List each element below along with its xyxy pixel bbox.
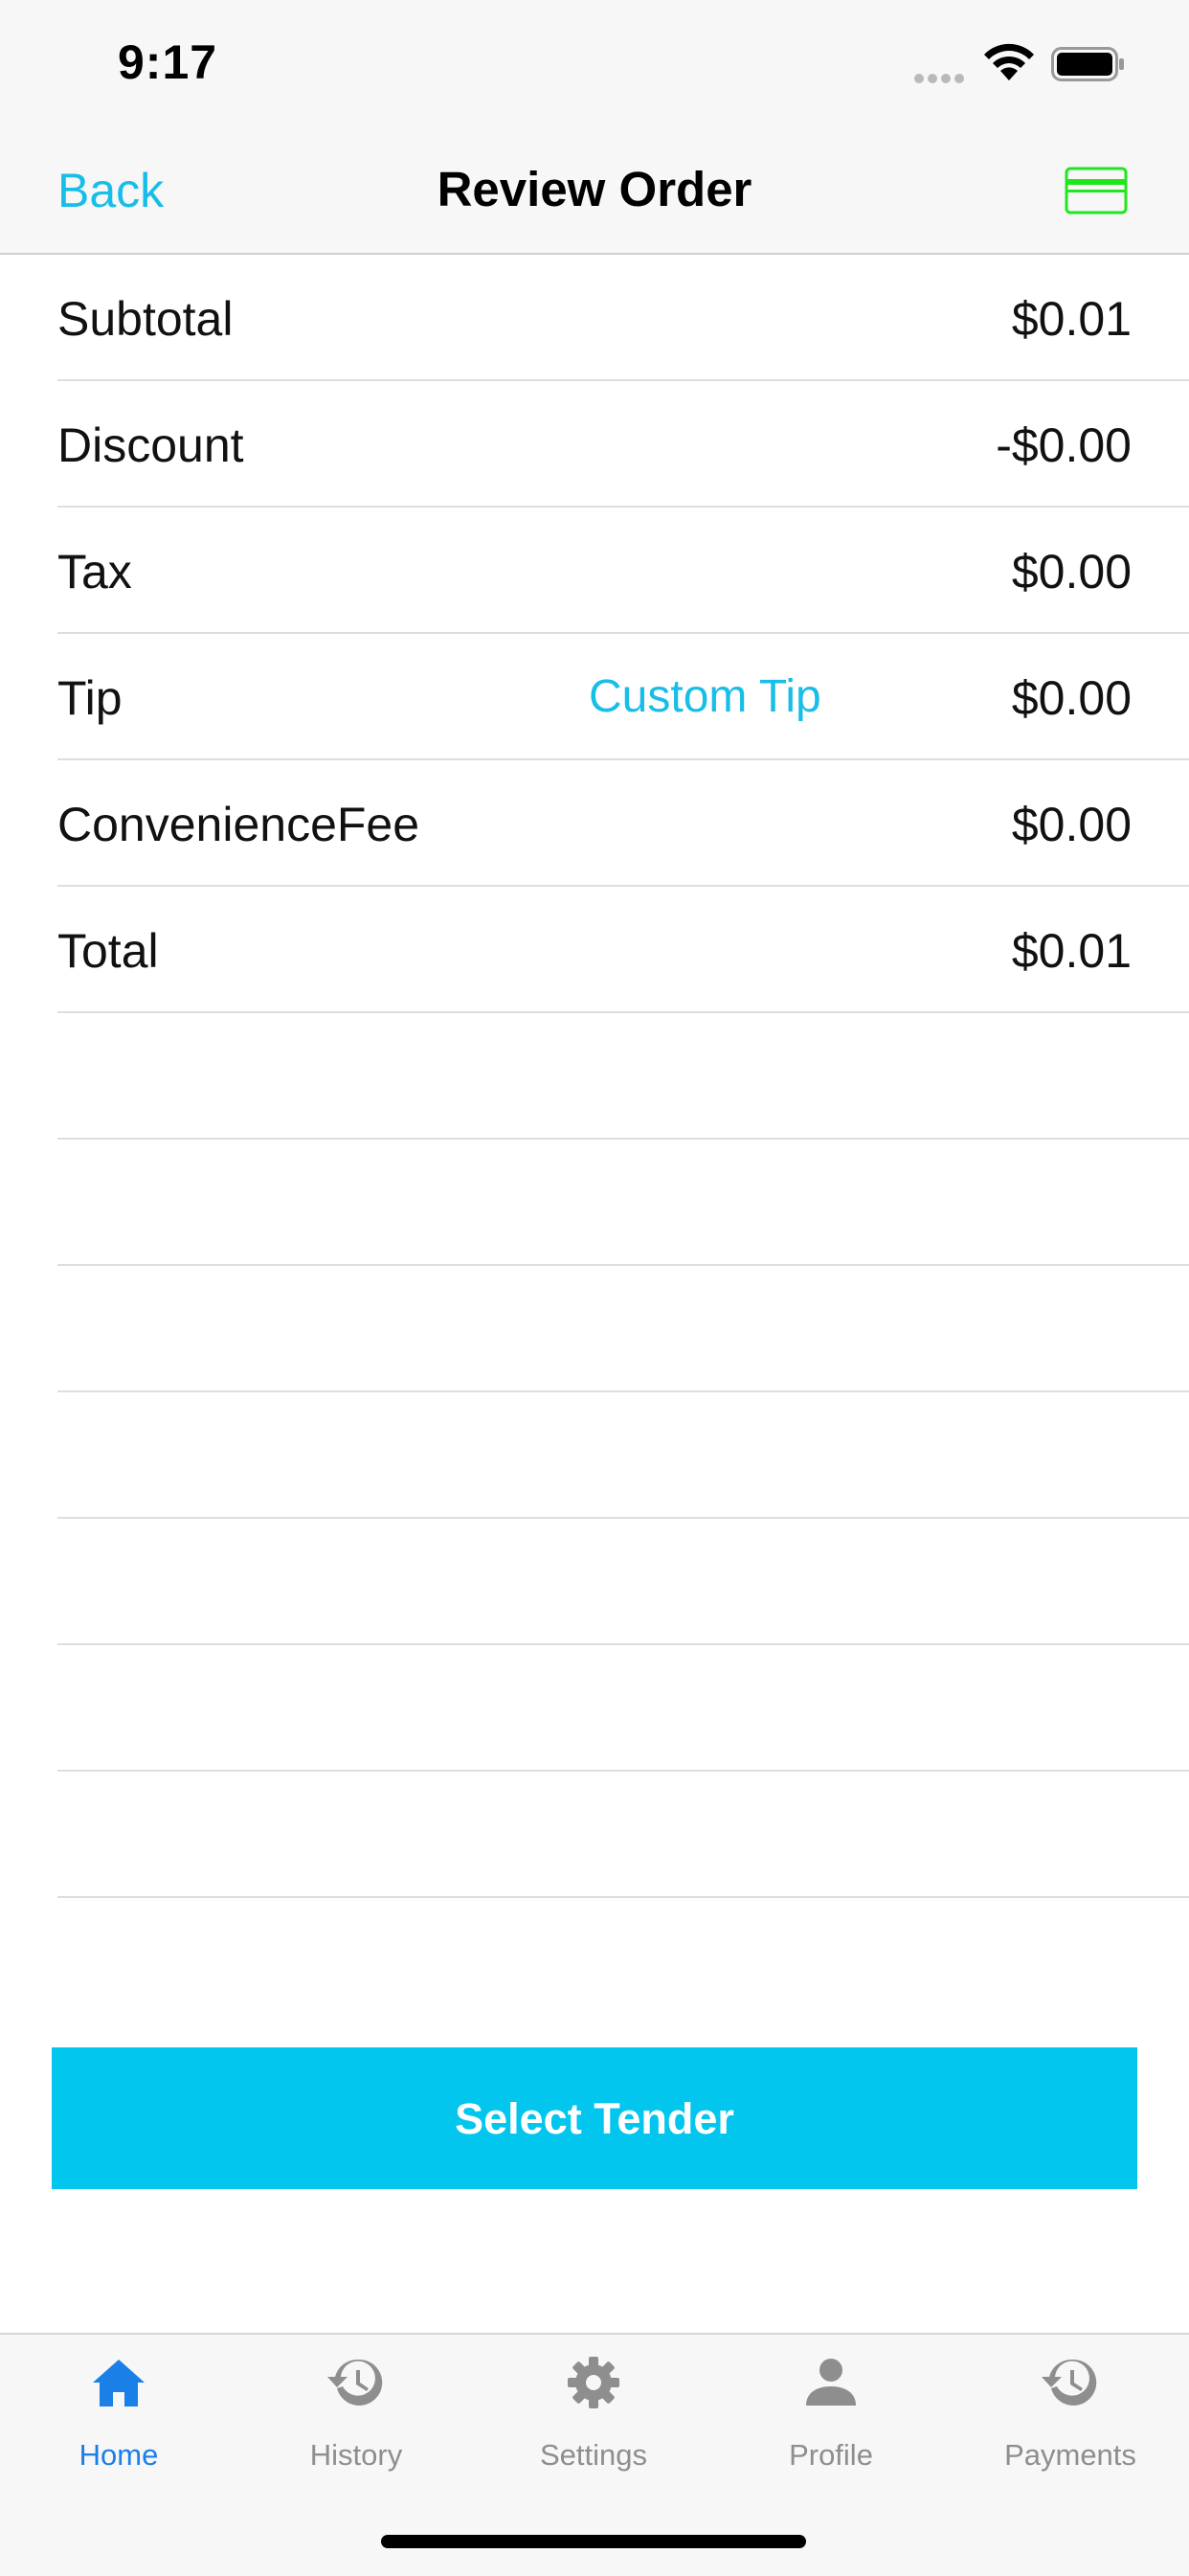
list-item-convenience-fee: ConvenienceFee $0.00: [57, 760, 1189, 887]
tab-profile[interactable]: Profile: [712, 2335, 950, 2507]
row-label: Subtotal: [57, 292, 234, 346]
row-value: $0.01: [1011, 292, 1132, 346]
list-item-tip: Tip Custom Tip $0.00: [57, 634, 1189, 760]
status-bar: 9:17: [0, 0, 1189, 126]
navigation-bar: Back Review Order: [0, 126, 1189, 255]
tab-settings[interactable]: Settings: [475, 2335, 712, 2507]
person-icon: [806, 2359, 856, 2406]
tab-payments[interactable]: Payments: [952, 2335, 1189, 2507]
home-icon: [93, 2360, 145, 2407]
row-value: $0.00: [1011, 798, 1132, 851]
order-summary-list: Subtotal $0.01 Discount -$0.00 Tax $0.00…: [0, 255, 1189, 1898]
empty-row: [57, 1013, 1189, 1140]
cellular-signal-icon: [914, 71, 968, 83]
custom-tip-button[interactable]: Custom Tip: [589, 670, 821, 723]
wifi-icon: [984, 43, 1034, 80]
status-time: 9:17: [118, 35, 218, 89]
row-label: Tip: [57, 671, 123, 725]
credit-card-icon[interactable]: [1065, 167, 1128, 215]
row-value: $0.00: [1011, 671, 1132, 725]
row-label: ConvenienceFee: [57, 798, 420, 851]
history-icon: [327, 2359, 383, 2406]
tab-history[interactable]: History: [237, 2335, 475, 2507]
row-value: $0.01: [1011, 924, 1132, 978]
empty-row: [57, 1140, 1189, 1266]
empty-row: [57, 1392, 1189, 1519]
battery-icon: [1051, 47, 1124, 81]
history-icon: [1042, 2359, 1097, 2406]
row-label: Discount: [57, 418, 244, 472]
select-tender-button[interactable]: Select Tender: [52, 2047, 1137, 2189]
tab-label: Payments: [1004, 2438, 1136, 2472]
gear-icon: [568, 2357, 619, 2408]
list-item-tax: Tax $0.00: [57, 508, 1189, 634]
tab-label: History: [309, 2438, 403, 2472]
tab-home[interactable]: Home: [0, 2335, 237, 2507]
empty-row: [57, 1772, 1189, 1898]
row-label: Tax: [57, 545, 132, 599]
list-item-total: Total $0.01: [57, 887, 1189, 1013]
list-item-discount: Discount -$0.00: [57, 381, 1189, 508]
tab-label: Home: [79, 2438, 159, 2472]
tab-label: Profile: [789, 2438, 873, 2472]
home-indicator: [381, 2535, 806, 2548]
tab-label: Settings: [539, 2438, 647, 2472]
empty-row: [57, 1519, 1189, 1645]
empty-row: [57, 1645, 1189, 1772]
row-label: Total: [57, 924, 159, 978]
row-value: -$0.00: [996, 418, 1132, 472]
list-item-subtotal: Subtotal $0.01: [57, 255, 1189, 381]
page-title: Review Order: [437, 162, 752, 216]
empty-row: [57, 1266, 1189, 1392]
row-value: $0.00: [1011, 545, 1132, 599]
